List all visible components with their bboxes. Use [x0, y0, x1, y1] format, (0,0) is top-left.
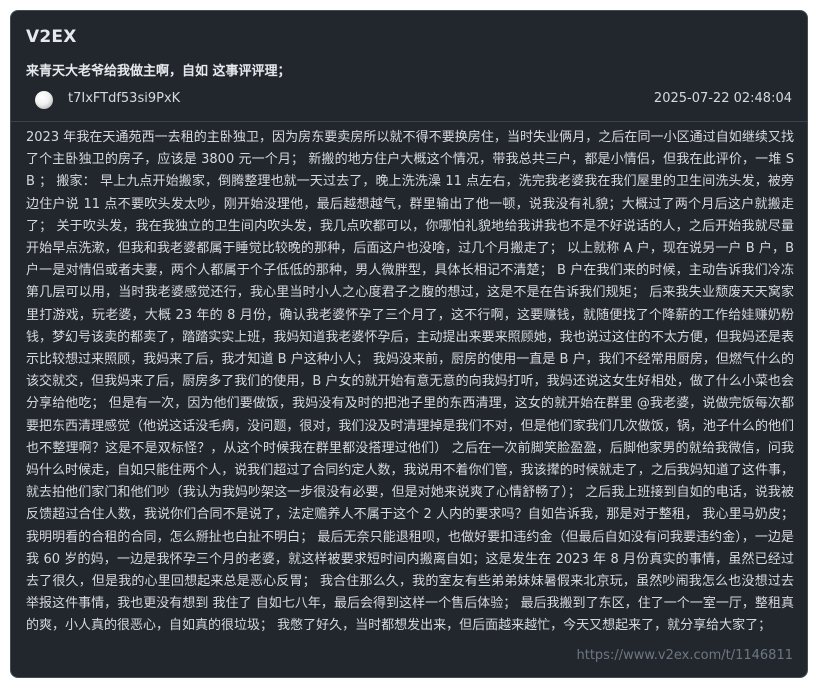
post-card: V2EX 来青天大老爷给我做主啊，自如 这事评评理； t7IxFTdf53si9…	[10, 10, 808, 678]
page: V2EX 来青天大老爷给我做主啊，自如 这事评评理； t7IxFTdf53si9…	[0, 0, 820, 690]
post-timestamp: 2025-07-22 02:48:04	[653, 91, 792, 106]
site-name[interactable]: V2EX	[26, 27, 77, 47]
author-name[interactable]: t7IxFTdf53si9PxK	[68, 91, 180, 106]
divider	[11, 121, 807, 122]
post-title: 来青天大老爷给我做主啊，自如 这事评评理；	[26, 64, 291, 79]
source-link[interactable]: https://www.v2ex.com/t/1146811	[576, 648, 793, 663]
post-content: 2023 年我在天通苑西一去租的主卧独卫，因为房东要卖房所以就不得不要换房住，当…	[26, 130, 794, 634]
author-row: t7IxFTdf53si9PxK 2025-07-22 02:48:04	[26, 87, 792, 111]
avatar[interactable]	[35, 91, 53, 109]
